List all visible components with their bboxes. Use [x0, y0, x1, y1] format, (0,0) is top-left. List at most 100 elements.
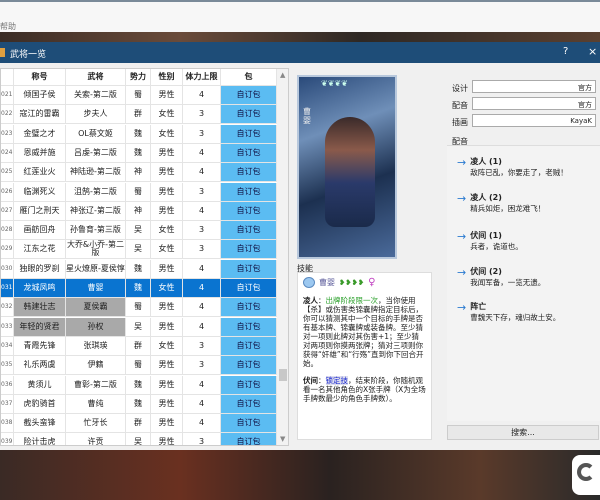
row-id[interactable]: 034	[1, 336, 14, 355]
row-max-hp[interactable]: 4	[183, 163, 221, 182]
row-gender[interactable]: 男性	[151, 414, 183, 433]
table-row[interactable]: 022 寇江的雷霸 步夫人群女性 3 自订包	[1, 105, 277, 125]
close-button[interactable]: ×	[588, 45, 597, 58]
row-gender[interactable]: 男性	[151, 356, 183, 375]
table-row[interactable]: 039 险计击虎 许贡吴男性 3 自订包	[1, 433, 277, 445]
row-id[interactable]: 032	[1, 298, 14, 317]
row-general[interactable]: 大乔&小乔-第二版	[66, 240, 126, 259]
row-kingdom[interactable]: 神	[126, 163, 151, 182]
voice-line[interactable]: → 伏间 (2) 我闻军备，一览无遗。	[457, 266, 545, 288]
row-kingdom[interactable]: 蜀	[126, 298, 151, 317]
row-title[interactable]: 礼乐两虞	[14, 356, 66, 375]
row-package[interactable]: 自订包	[221, 124, 277, 143]
row-title[interactable]: 独眼的罗刹	[14, 259, 66, 278]
row-id[interactable]: 035	[1, 356, 14, 375]
voice-line[interactable]: → 伏间 (1) 兵者，诡道也。	[457, 230, 523, 252]
row-max-hp[interactable]: 4	[183, 279, 221, 297]
row-kingdom[interactable]: 吴	[126, 317, 151, 336]
row-kingdom[interactable]: 吴	[126, 433, 151, 445]
play-arrow-icon[interactable]: →	[457, 192, 466, 214]
row-max-hp[interactable]: 3	[183, 336, 221, 355]
row-package[interactable]: 自订包	[221, 163, 277, 182]
illustrator-field[interactable]: KayaK	[472, 114, 596, 127]
row-max-hp[interactable]: 3	[183, 356, 221, 375]
header-general[interactable]: 武将	[66, 69, 126, 85]
row-package[interactable]: 自订包	[221, 356, 277, 375]
row-max-hp[interactable]: 4	[183, 298, 221, 317]
row-package[interactable]: 自订包	[221, 414, 277, 433]
table-row[interactable]: 023 金璧之才 OL蔡文姬魏女性 3 自订包	[1, 124, 277, 144]
row-id[interactable]: 029	[1, 240, 14, 259]
row-package[interactable]: 自订包	[221, 240, 277, 259]
row-general[interactable]: 夏侯霸	[66, 298, 126, 317]
row-max-hp[interactable]: 3	[183, 433, 221, 445]
row-max-hp[interactable]: 4	[183, 394, 221, 413]
row-max-hp[interactable]: 4	[183, 375, 221, 394]
row-package[interactable]: 自订包	[221, 221, 277, 240]
row-max-hp[interactable]: 4	[183, 317, 221, 336]
row-package[interactable]: 自订包	[221, 394, 277, 413]
row-title[interactable]: 画舫回舟	[14, 221, 66, 240]
row-gender[interactable]: 女性	[151, 221, 183, 240]
table-row[interactable]: 036 黄须儿 曹彰-第二版魏男性 4 自订包	[1, 375, 277, 395]
row-id[interactable]: 022	[1, 105, 14, 124]
row-max-hp[interactable]: 4	[183, 86, 221, 104]
row-kingdom[interactable]: 蜀	[126, 182, 151, 201]
table-row[interactable]: 038 截头蛮锋 忙牙长群男性 4 自订包	[1, 414, 277, 434]
row-title[interactable]: 恩威并施	[14, 143, 66, 162]
row-package[interactable]: 自订包	[221, 182, 277, 201]
row-general[interactable]: 伊籍	[66, 356, 126, 375]
row-general[interactable]: 关索-第二版	[66, 86, 126, 104]
row-gender[interactable]: 女性	[151, 336, 183, 355]
row-max-hp[interactable]: 4	[183, 259, 221, 278]
help-menu[interactable]: 帮助	[0, 21, 16, 32]
row-title[interactable]: 韩建壮志	[14, 298, 66, 317]
row-id[interactable]: 037	[1, 394, 14, 413]
row-title[interactable]: 临渊死义	[14, 182, 66, 201]
row-gender[interactable]: 男性	[151, 394, 183, 413]
row-kingdom[interactable]: 蜀	[126, 86, 151, 104]
row-package[interactable]: 自订包	[221, 86, 277, 104]
row-kingdom[interactable]: 吴	[126, 240, 151, 259]
row-gender[interactable]: 男性	[151, 433, 183, 445]
row-gender[interactable]: 男性	[151, 259, 183, 278]
row-title[interactable]: 倾国子侯	[14, 86, 66, 104]
row-package[interactable]: 自订包	[221, 259, 277, 278]
row-kingdom[interactable]: 群	[126, 414, 151, 433]
header-max-hp[interactable]: 体力上限	[183, 69, 221, 85]
table-scrollbar[interactable]: ▲ ▼	[277, 69, 288, 445]
row-id[interactable]: 030	[1, 259, 14, 278]
row-gender[interactable]: 男性	[151, 375, 183, 394]
row-id[interactable]: 024	[1, 143, 14, 162]
row-package[interactable]: 自订包	[221, 201, 277, 220]
table-row[interactable]: 033 年轻的贤君 孙权吴男性 4 自订包	[1, 317, 277, 337]
row-general[interactable]: 孙权	[66, 317, 126, 336]
row-gender[interactable]: 女性	[151, 124, 183, 143]
scroll-up-icon[interactable]: ▲	[280, 71, 285, 79]
header-title[interactable]: 称号	[14, 69, 66, 85]
row-max-hp[interactable]: 3	[183, 124, 221, 143]
play-arrow-icon[interactable]: →	[457, 156, 466, 178]
row-general[interactable]: 曹纯	[66, 394, 126, 413]
header-gender[interactable]: 性别	[151, 69, 183, 85]
search-button[interactable]: 搜索...	[447, 425, 599, 440]
row-kingdom[interactable]: 魏	[126, 259, 151, 278]
voice-line[interactable]: → 阵亡 曹魏天下存，魂归故土安。	[457, 301, 560, 323]
row-gender[interactable]: 男性	[151, 201, 183, 220]
row-max-hp[interactable]: 4	[183, 414, 221, 433]
row-gender[interactable]: 男性	[151, 163, 183, 182]
row-id[interactable]: 025	[1, 163, 14, 182]
row-general[interactable]: 神陆逊-第二版	[66, 163, 126, 182]
row-kingdom[interactable]: 群	[126, 105, 151, 124]
table-row[interactable]: 034 青霞先锋 张琪瑛群女性 3 自订包	[1, 336, 277, 356]
table-row[interactable]: 029 江东之花 大乔&小乔-第二版吴女性 3 自订包	[1, 240, 277, 260]
row-general[interactable]: 曹婴	[66, 279, 126, 297]
row-title[interactable]: 虎豹骑首	[14, 394, 66, 413]
row-kingdom[interactable]: 群	[126, 336, 151, 355]
row-title[interactable]: 黄须儿	[14, 375, 66, 394]
row-general[interactable]: 曹彰-第二版	[66, 375, 126, 394]
row-id[interactable]: 031	[1, 279, 14, 297]
table-row[interactable]: 026 临渊死义 沮鹄-第二版蜀男性 3 自订包	[1, 182, 277, 202]
table-row[interactable]: 021 倾国子侯 关索-第二版蜀男性 4 自订包	[1, 86, 277, 105]
row-id[interactable]: 033	[1, 317, 14, 336]
